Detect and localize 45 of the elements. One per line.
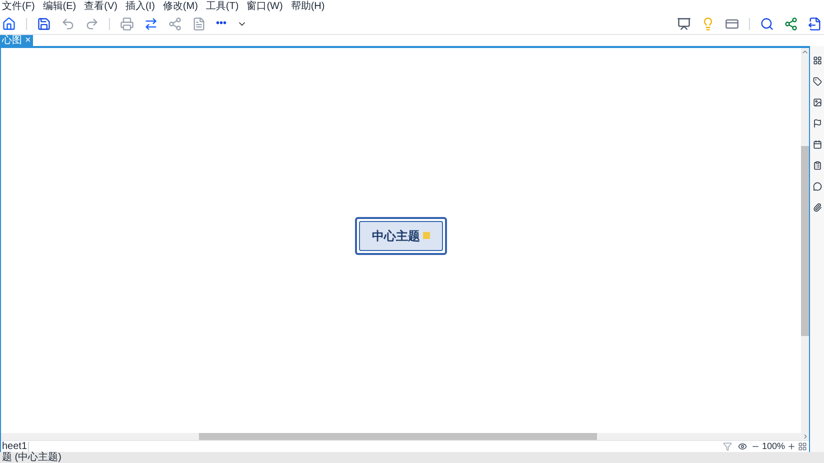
tag-icon[interactable]	[812, 77, 822, 86]
branch-icon[interactable]	[168, 17, 182, 31]
document-icon[interactable]	[192, 17, 206, 31]
eye-icon[interactable]	[738, 442, 747, 451]
central-topic[interactable]: 中心主题	[355, 216, 447, 254]
undo-icon[interactable]	[61, 17, 75, 31]
grid-icon[interactable]	[812, 56, 822, 65]
scroll-right-icon[interactable]	[802, 433, 809, 440]
menu-item[interactable]: 窗口(W)	[246, 2, 283, 12]
status-text: 题 (中心主题)	[2, 452, 62, 462]
menu-item[interactable]: 文件(F)	[2, 2, 35, 12]
note-icon	[423, 232, 430, 239]
horizontal-scrollbar[interactable]	[1, 433, 809, 440]
vertical-scrollbar[interactable]	[801, 48, 809, 433]
image-icon[interactable]	[812, 98, 822, 107]
close-button[interactable]: ×	[25, 36, 31, 46]
more-button[interactable]: •••	[216, 19, 227, 29]
list-icon[interactable]	[812, 161, 822, 170]
card-icon[interactable]	[725, 17, 739, 31]
menu-item[interactable]: 编辑(E)	[42, 2, 76, 12]
menu-item[interactable]: 帮助(H)	[290, 2, 325, 12]
flag-icon[interactable]	[812, 119, 822, 128]
calendar-icon[interactable]	[812, 140, 822, 149]
export-icon[interactable]	[808, 17, 822, 31]
search-icon[interactable]	[760, 17, 774, 31]
menu-item[interactable]: 工具(T)	[206, 2, 239, 12]
redo-icon[interactable]	[85, 17, 99, 31]
zoom-in-icon[interactable]	[787, 442, 796, 451]
sheet-tab[interactable]: heet1	[1, 442, 30, 452]
document-tab[interactable]: 心图 ×	[0, 35, 33, 46]
paperclip-icon[interactable]	[812, 203, 822, 212]
fit-icon[interactable]	[798, 442, 807, 451]
comment-icon[interactable]	[812, 182, 822, 191]
scroll-up-icon[interactable]	[801, 48, 809, 56]
menu-item[interactable]: 插入(I)	[125, 2, 155, 12]
menu-item[interactable]: 修改(M)	[162, 2, 198, 12]
menu-item[interactable]: 查看(V)	[84, 2, 118, 12]
printer-icon[interactable]	[120, 17, 134, 31]
arrows-icon[interactable]	[144, 17, 158, 31]
save-icon[interactable]	[37, 17, 51, 31]
presentation-icon[interactable]	[677, 17, 691, 31]
filter-icon[interactable]	[722, 442, 732, 451]
home-icon[interactable]	[2, 17, 16, 31]
zoom-level: 100%	[762, 442, 785, 451]
share-icon[interactable]	[784, 17, 798, 31]
